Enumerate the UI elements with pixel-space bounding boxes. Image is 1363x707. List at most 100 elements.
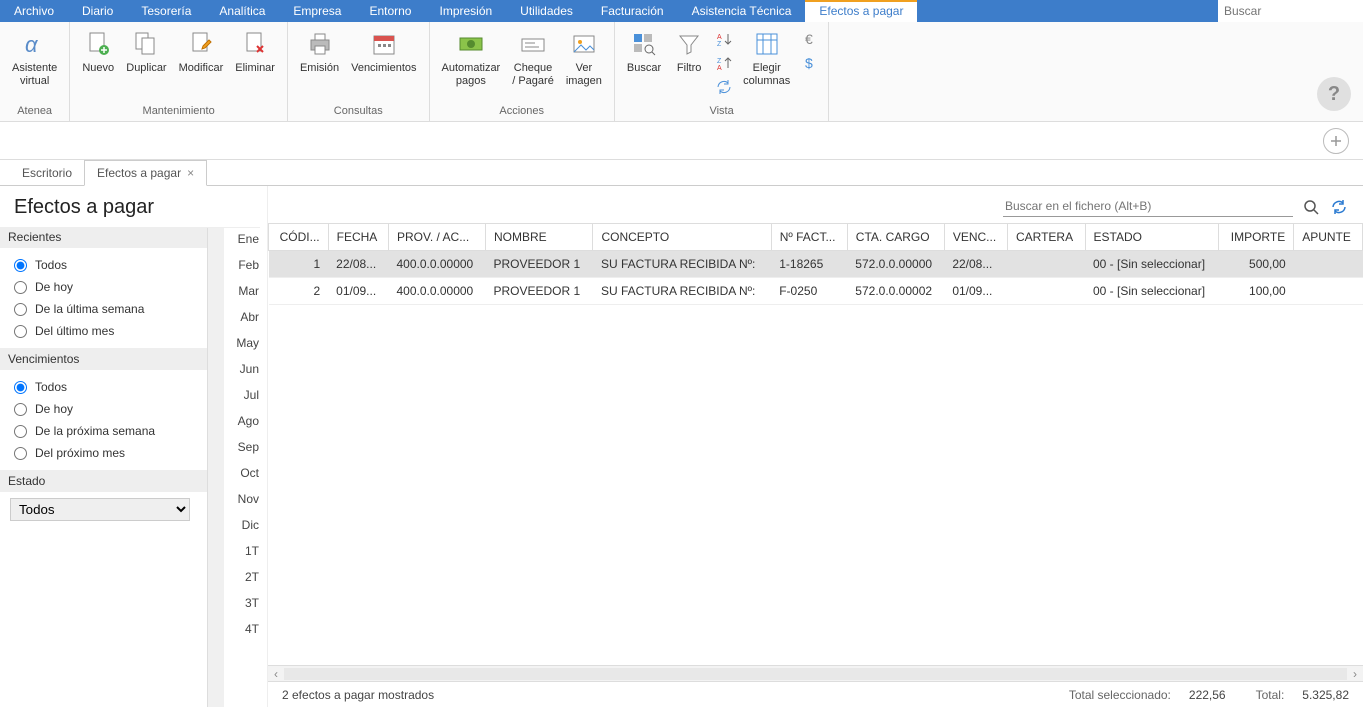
asistente-virtual-button[interactable]: αAsistentevirtual (6, 26, 63, 90)
col-header-11[interactable]: APUNTE (1294, 224, 1363, 251)
menu-archivo[interactable]: Archivo (0, 0, 68, 22)
cell (1294, 278, 1363, 305)
month-jul[interactable]: Jul (224, 382, 267, 408)
sidebar-scrollbar[interactable] (208, 186, 224, 707)
estado-select[interactable]: Todos (10, 498, 190, 521)
col-header-0[interactable]: CÓDI... (269, 224, 329, 251)
search-icon[interactable] (1301, 197, 1321, 217)
tab-efectos-a-pagar[interactable]: Efectos a pagar× (84, 160, 207, 186)
scroll-right-icon[interactable]: › (1347, 667, 1363, 681)
radio-recientes-2[interactable]: De la última semana (4, 298, 203, 320)
radio-input[interactable] (14, 259, 27, 272)
plus-icon (1329, 134, 1343, 148)
month-ago[interactable]: Ago (224, 408, 267, 434)
radio-recientes-1[interactable]: De hoy (4, 276, 203, 298)
sort-desc-button[interactable]: ZA (713, 52, 735, 74)
refresh-button[interactable] (713, 76, 735, 98)
col-header-9[interactable]: ESTADO (1085, 224, 1219, 251)
filtro-button[interactable]: Filtro (667, 26, 711, 77)
sort-asc-button[interactable]: AZ (713, 28, 735, 50)
month-sep[interactable]: Sep (224, 434, 267, 460)
menu-asistencia-técnica[interactable]: Asistencia Técnica (678, 0, 806, 22)
tab-escritorio[interactable]: Escritorio (10, 161, 84, 185)
nuevo-button[interactable]: Nuevo (76, 26, 120, 77)
cheque-pagare-button[interactable]: Cheque/ Pagaré (506, 26, 560, 90)
col-header-8[interactable]: CARTERA (1007, 224, 1085, 251)
automatizar-pagos-button[interactable]: Automatizarpagos (436, 26, 507, 90)
month-feb[interactable]: Feb (224, 252, 267, 278)
modificar-button[interactable]: Modificar (173, 26, 230, 77)
radio-input[interactable] (14, 425, 27, 438)
radio-recientes-0[interactable]: Todos (4, 254, 203, 276)
cell: 22/08... (328, 251, 388, 278)
month-ene[interactable]: Ene (224, 226, 267, 252)
refresh-icon[interactable] (1329, 197, 1349, 217)
table-row[interactable]: 201/09...400.0.0.00000PROVEEDOR 1SU FACT… (269, 278, 1363, 305)
euro-button[interactable]: € (798, 28, 820, 50)
col-header-2[interactable]: PROV. / AC... (388, 224, 485, 251)
ribbon-group-vista: BuscarFiltroAZZAElegircolumnas€$ Vista (615, 22, 829, 121)
global-search (1218, 0, 1363, 22)
month-dic[interactable]: Dic (224, 512, 267, 538)
buscar-button[interactable]: Buscar (621, 26, 667, 77)
col-header-3[interactable]: NOMBRE (486, 224, 593, 251)
menu-impresión[interactable]: Impresión (425, 0, 506, 22)
help-button[interactable]: ? (1317, 77, 1351, 111)
radio-vencimientos-filter-2[interactable]: De la próxima semana (4, 420, 203, 442)
month-2t[interactable]: 2T (224, 564, 267, 590)
col-header-1[interactable]: FECHA (328, 224, 388, 251)
radio-recientes-3[interactable]: Del último mes (4, 320, 203, 342)
menu-entorno[interactable]: Entorno (355, 0, 425, 22)
col-header-5[interactable]: Nº FACT... (771, 224, 847, 251)
eliminar-button[interactable]: Eliminar (229, 26, 281, 77)
file-search-input[interactable] (1003, 196, 1293, 217)
menu-facturación[interactable]: Facturación (587, 0, 678, 22)
menu-tesorería[interactable]: Tesorería (127, 0, 205, 22)
col-header-4[interactable]: CONCEPTO (593, 224, 771, 251)
duplicar-button[interactable]: Duplicar (120, 26, 172, 77)
month-abr[interactable]: Abr (224, 304, 267, 330)
month-nov[interactable]: Nov (224, 486, 267, 512)
radio-vencimientos-filter-1[interactable]: De hoy (4, 398, 203, 420)
month-1t[interactable]: 1T (224, 538, 267, 564)
menu-analítica[interactable]: Analítica (205, 0, 279, 22)
month-4t[interactable]: 4T (224, 616, 267, 642)
table-row[interactable]: 122/08...400.0.0.00000PROVEEDOR 1SU FACT… (269, 251, 1363, 278)
radio-vencimientos-filter-0[interactable]: Todos (4, 376, 203, 398)
horizontal-scrollbar[interactable]: ‹ › (268, 665, 1363, 681)
radio-input[interactable] (14, 281, 27, 294)
menu-diario[interactable]: Diario (68, 0, 127, 22)
col-header-6[interactable]: CTA. CARGO (847, 224, 944, 251)
col-header-7[interactable]: VENC... (944, 224, 1007, 251)
ribbon-group-label: Vista (621, 103, 822, 119)
radio-input[interactable] (14, 325, 27, 338)
radio-vencimientos-filter-3[interactable]: Del próximo mes (4, 442, 203, 464)
global-search-input[interactable] (1218, 2, 1363, 20)
radio-label: De la próxima semana (35, 424, 155, 438)
month-3t[interactable]: 3T (224, 590, 267, 616)
content: CÓDI...FECHAPROV. / AC...NOMBRECONCEPTON… (268, 186, 1363, 707)
col-header-10[interactable]: IMPORTE (1219, 224, 1294, 251)
radio-input[interactable] (14, 381, 27, 394)
radio-input[interactable] (14, 303, 27, 316)
close-icon[interactable]: × (187, 166, 194, 180)
tabstrip: EscritorioEfectos a pagar× (0, 160, 1363, 186)
radio-input[interactable] (14, 447, 27, 460)
radio-input[interactable] (14, 403, 27, 416)
menu-efectos-a-pagar[interactable]: Efectos a pagar (805, 0, 917, 22)
elegir-columnas-button[interactable]: Elegircolumnas (737, 26, 796, 90)
dollar-button[interactable]: $ (798, 52, 820, 74)
emision-button[interactable]: Emisión (294, 26, 345, 77)
search-icon (628, 28, 660, 60)
menu-empresa[interactable]: Empresa (279, 0, 355, 22)
page-title: Efectos a pagar (0, 186, 260, 228)
month-mar[interactable]: Mar (224, 278, 267, 304)
scroll-left-icon[interactable]: ‹ (268, 667, 284, 681)
month-oct[interactable]: Oct (224, 460, 267, 486)
add-button[interactable] (1323, 128, 1349, 154)
month-may[interactable]: May (224, 330, 267, 356)
vencimientos-button[interactable]: Vencimientos (345, 26, 422, 77)
month-jun[interactable]: Jun (224, 356, 267, 382)
ver-imagen-button[interactable]: Verimagen (560, 26, 608, 90)
menu-utilidades[interactable]: Utilidades (506, 0, 587, 22)
